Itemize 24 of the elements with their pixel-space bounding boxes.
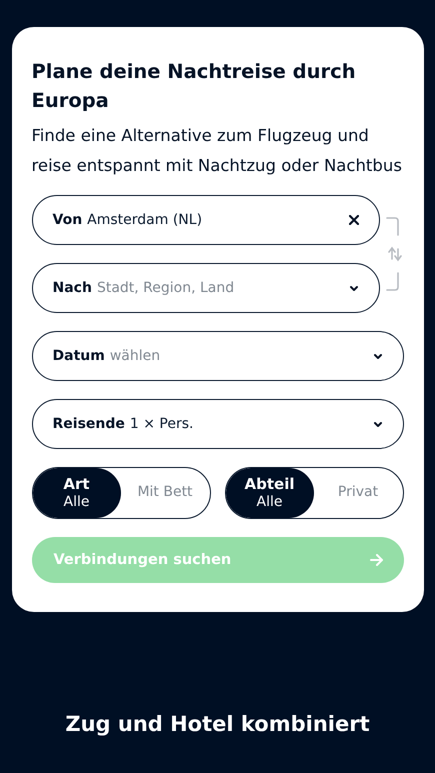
- section-heading: Zug und Hotel kombiniert: [65, 711, 370, 738]
- field-placeholder: wählen: [110, 348, 160, 364]
- chevron-down-icon[interactable]: [372, 420, 382, 428]
- arrow-right-icon: [370, 554, 384, 566]
- close-icon[interactable]: [348, 215, 358, 225]
- toggle-option[interactable]: Abteil Alle: [226, 468, 314, 518]
- toggle-option[interactable]: Art Alle: [32, 468, 120, 518]
- chevron-down-icon[interactable]: [348, 284, 358, 292]
- chevron-down-icon[interactable]: [372, 352, 382, 360]
- input-field[interactable]: Von Amsterdam (NL): [32, 195, 380, 245]
- field-label: Nach: [52, 280, 92, 296]
- input-field[interactable]: Nach Stadt, Region, Land: [32, 263, 380, 313]
- input-field[interactable]: Datum wählen: [32, 331, 404, 381]
- field-value: Amsterdam (NL): [87, 212, 202, 228]
- field-label: Reisende: [52, 416, 125, 432]
- card-description: Finde eine Alternative zum Flugzeug und reise entspannt mit Nachtzug oder Nachtbus: [32, 125, 403, 177]
- toggle-option[interactable]: Mit Bett: [120, 468, 210, 518]
- card-title: Plane deine Nachtreise durch Europa: [32, 59, 357, 114]
- toggle-option[interactable]: Privat: [314, 468, 402, 518]
- field-label: Von: [52, 212, 82, 228]
- field-label: Datum: [52, 348, 105, 364]
- field-value: 1 × Pers.: [130, 416, 194, 432]
- field-placeholder: Stadt, Region, Land: [96, 280, 234, 296]
- input-field[interactable]: Reisende 1 × Pers.: [32, 399, 404, 449]
